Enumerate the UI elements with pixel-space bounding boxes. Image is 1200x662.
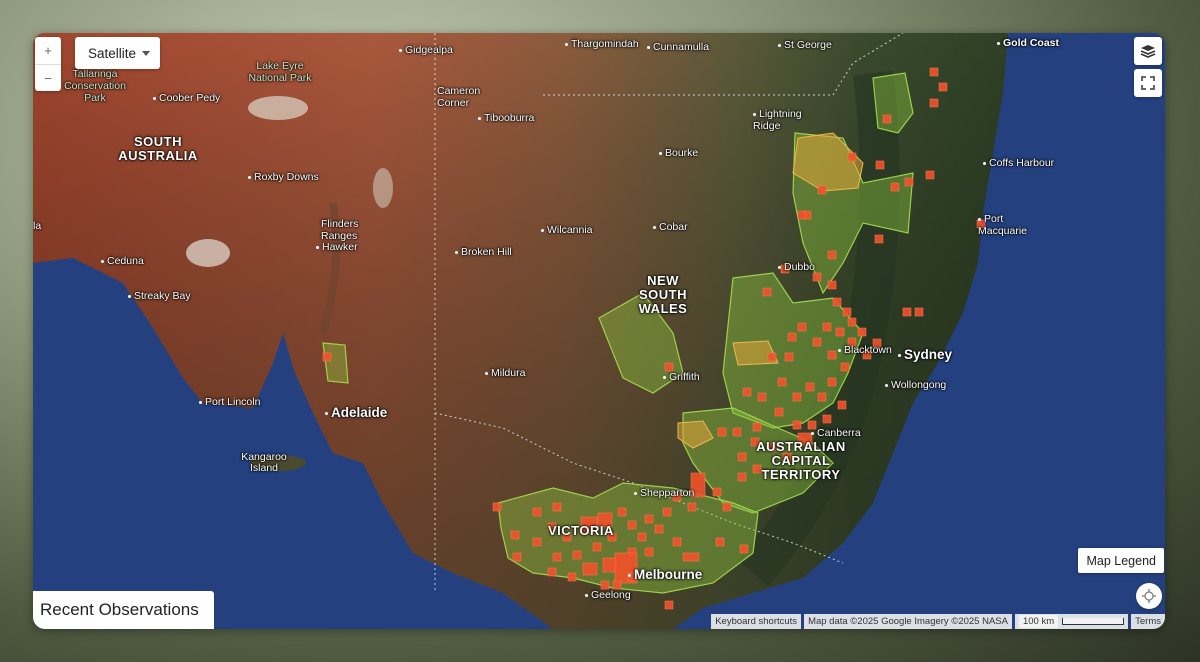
- label-la-fragment: la: [33, 220, 42, 232]
- map-data-credit: Map data ©2025 Google Imagery ©2025 NASA: [804, 614, 1012, 629]
- label-coober-pedy: Coober Pedy: [153, 92, 220, 104]
- label-coffs-harbour: Coffs Harbour: [983, 157, 1054, 169]
- label-st-george: St George: [778, 39, 832, 51]
- label-port-macquarie: Port Macquarie: [978, 213, 1028, 237]
- map-type-dropdown[interactable]: Satellite: [75, 37, 161, 69]
- label-gidgealpa: Gidgealpa: [399, 44, 453, 56]
- layers-button[interactable]: [1134, 37, 1162, 65]
- label-streaky-bay: Streaky Bay: [128, 290, 191, 302]
- terms-link[interactable]: Terms: [1131, 614, 1165, 629]
- label-shepparton: Shepparton: [634, 487, 694, 499]
- label-cameron-corner: Cameron Corner: [437, 85, 481, 109]
- zoom-control: + −: [35, 37, 61, 91]
- zoom-out-button[interactable]: −: [35, 65, 61, 92]
- label-broken-hill: Broken Hill: [455, 246, 512, 258]
- satellite-map[interactable]: [33, 33, 1165, 629]
- map-type-label: Satellite: [88, 45, 137, 61]
- label-hawker: Hawker: [316, 241, 358, 253]
- label-lightning-ridge: Lightning Ridge: [753, 108, 802, 132]
- layers-icon: [1140, 45, 1156, 58]
- label-griffith: Griffith: [663, 371, 700, 383]
- recent-observations-panel[interactable]: Recent Observations: [33, 591, 214, 629]
- zoom-in-button[interactable]: +: [35, 37, 61, 65]
- label-ceduna: Ceduna: [101, 255, 144, 267]
- label-canberra: Canberra: [811, 427, 861, 439]
- fullscreen-icon: [1141, 76, 1155, 90]
- label-adelaide: Adelaide: [325, 405, 387, 420]
- label-gold-coast: Gold Coast: [997, 37, 1059, 49]
- label-kangaroo-island: Kangaroo Island: [241, 451, 287, 474]
- label-tibooburra: Tibooburra: [478, 112, 534, 124]
- map-attribution: Keyboard shortcuts Map data ©2025 Google…: [711, 614, 1165, 629]
- label-new-south-wales: NEW SOUTH WALES: [638, 273, 688, 316]
- scale-bar: [1062, 617, 1125, 625]
- label-sydney: Sydney: [898, 347, 952, 362]
- label-cunnamulla: Cunnamulla: [647, 41, 709, 53]
- label-thargomindah: Thargomindah: [565, 38, 639, 50]
- keyboard-shortcuts-link[interactable]: Keyboard shortcuts: [711, 614, 802, 629]
- map-card: Gidgealpa Thargomindah Cunnamulla St Geo…: [33, 33, 1165, 629]
- label-mildura: Mildura: [485, 367, 525, 379]
- label-geelong: Geelong: [585, 589, 631, 601]
- label-wilcannia: Wilcannia: [541, 224, 593, 236]
- label-south-australia: SOUTH AUSTRALIA: [118, 134, 198, 163]
- label-blacktown: Blacktown: [838, 344, 892, 356]
- locate-button[interactable]: [1136, 583, 1162, 609]
- chevron-down-icon: [142, 50, 151, 56]
- label-act: AUSTRALIAN CAPITAL TERRITORY: [756, 439, 846, 482]
- crosshair-icon: [1142, 589, 1156, 603]
- label-tallaringa: Tallaringa Conservation Park: [64, 68, 126, 104]
- label-melbourne: Melbourne: [628, 567, 702, 582]
- fullscreen-button[interactable]: [1134, 69, 1162, 97]
- scale-indicator[interactable]: 100 km: [1014, 614, 1129, 629]
- label-victoria: VICTORIA: [548, 523, 614, 538]
- label-dubbo: Dubbo: [778, 261, 815, 273]
- label-bourke: Bourke: [659, 147, 698, 159]
- label-lake-eyre: Lake Eyre National Park: [248, 60, 312, 84]
- label-cobar: Cobar: [653, 221, 688, 233]
- label-wollongong: Wollongong: [885, 379, 946, 391]
- label-flinders-ranges: Flinders Ranges: [321, 218, 359, 242]
- scale-label: 100 km: [1018, 615, 1059, 628]
- map-legend-button[interactable]: Map Legend: [1078, 548, 1164, 573]
- label-roxby-downs: Roxby Downs: [248, 171, 319, 183]
- label-port-lincoln: Port Lincoln: [199, 396, 260, 408]
